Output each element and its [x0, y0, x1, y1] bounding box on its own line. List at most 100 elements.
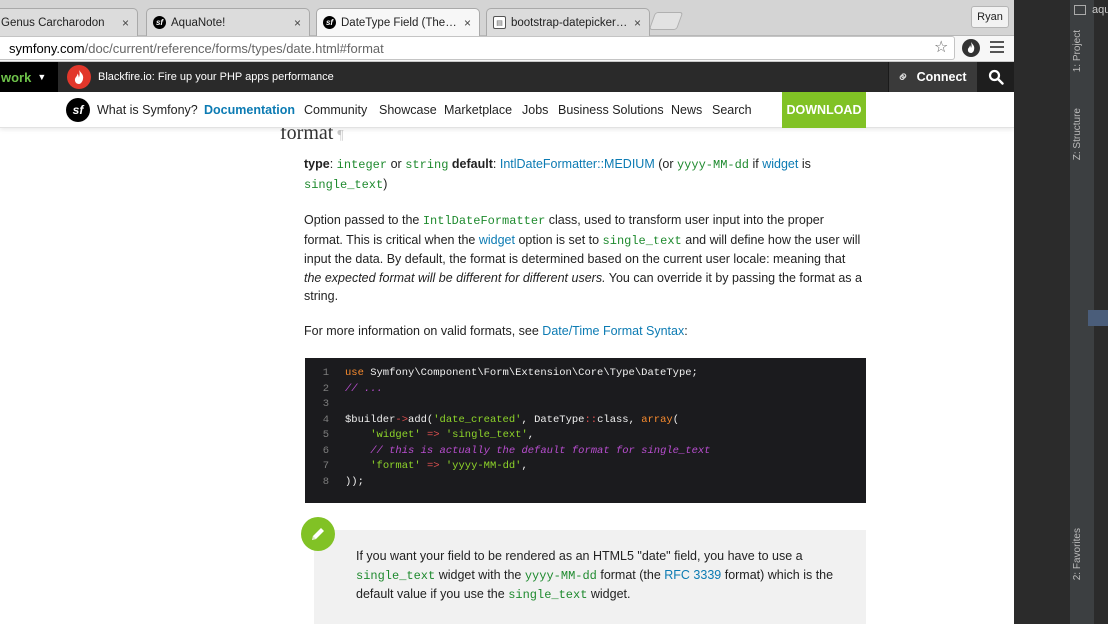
- nav-marketplace[interactable]: Marketplace: [444, 92, 512, 128]
- line-number: 7: [322, 460, 329, 472]
- text: widget with the: [435, 567, 525, 582]
- ide-project-label: aqu: [1092, 4, 1108, 16]
- text-cursor-icon: [655, 235, 661, 251]
- workspace-dropdown[interactable]: work ▼: [0, 62, 58, 92]
- code-string: 'format': [370, 460, 421, 472]
- widget-link[interactable]: widget: [479, 233, 515, 247]
- ide-tab-structure[interactable]: Z: Structure: [1072, 108, 1086, 160]
- link-icon: ⚭: [893, 66, 915, 88]
- colon: :: [329, 157, 334, 171]
- code-line: 1 use Symfony\Component\Form\Extension\Co…: [305, 366, 866, 382]
- type-label: type: [304, 157, 330, 171]
- is-text: is: [801, 157, 811, 171]
- new-tab-button[interactable]: [648, 12, 684, 30]
- heading-anchor-link[interactable]: ¶: [337, 128, 343, 143]
- nav-showcase[interactable]: Showcase: [379, 92, 437, 128]
- tab-close-icon[interactable]: ×: [464, 16, 471, 30]
- widget-link[interactable]: widget: [762, 157, 798, 171]
- tab-title: bootstrap-datepicker — bo: [511, 16, 628, 29]
- download-button[interactable]: DOWNLOAD: [782, 92, 866, 128]
- code-text: class,: [597, 413, 642, 426]
- code-text: (: [672, 413, 680, 426]
- code-text: ,: [527, 429, 535, 441]
- tab-strip: Genus Carcharodon × sf AquaNote! × sf Da…: [0, 0, 1014, 36]
- tab-close-icon[interactable]: ×: [634, 16, 641, 30]
- code-operator: =>: [426, 429, 440, 441]
- ide-tab-label: 1: Project: [1072, 30, 1083, 73]
- nav-what-is-symfony[interactable]: What is Symfony?: [97, 92, 198, 128]
- browser-menu-icon[interactable]: [990, 41, 1004, 53]
- nav-documentation[interactable]: Documentation: [204, 92, 295, 128]
- line-number: 1: [322, 367, 329, 379]
- code-operator: =>: [426, 460, 440, 472]
- ide-tab-favorites[interactable]: 2: Favorites: [1072, 528, 1086, 580]
- url-host: symfony.com: [9, 40, 85, 56]
- nav-community[interactable]: Community: [304, 92, 367, 128]
- doc-content: format ¶ type: integer or string default:…: [0, 128, 1014, 624]
- symfony-nav: sf What is Symfony? Documentation Commun…: [0, 92, 1014, 128]
- code-string: 'yyyy-MM-dd': [445, 460, 522, 472]
- single-text-code: single_text: [602, 233, 682, 248]
- symfony-favicon-icon: sf: [153, 16, 166, 29]
- nav-jobs[interactable]: Jobs: [522, 92, 548, 128]
- bookmark-star-icon[interactable]: ☆: [934, 39, 948, 57]
- intl-date-formatter-medium-link[interactable]: IntlDateFormatter::MEDIUM: [500, 157, 655, 171]
- blackfire-logo-icon: [67, 65, 91, 89]
- section-heading: format ¶: [280, 128, 344, 145]
- code-string: 'widget': [370, 429, 421, 441]
- text: format (the: [596, 567, 665, 582]
- pencil-icon: [301, 517, 335, 551]
- note-text: If you want your field to be rendered as…: [356, 547, 856, 605]
- code-text: ,: [521, 460, 528, 472]
- tip-note-box: If you want your field to be rendered as…: [314, 530, 866, 624]
- url-path: /doc/current/reference/forms/types/date.…: [84, 40, 384, 56]
- tab-close-icon[interactable]: ×: [294, 16, 301, 30]
- blackfire-extension-icon[interactable]: [962, 39, 980, 57]
- line-number: 5: [322, 429, 329, 441]
- code-keyword: array: [641, 413, 673, 426]
- tab-close-icon[interactable]: ×: [122, 16, 129, 30]
- ide-tab-project[interactable]: 1: Project: [1072, 30, 1086, 72]
- nav-business-solutions[interactable]: Business Solutions: [558, 92, 664, 128]
- tab-datetype-field[interactable]: sf DateType Field (The Symfo ×: [316, 8, 480, 36]
- alt-format-code: yyyy-MM-dd: [676, 158, 749, 172]
- nav-news[interactable]: News: [671, 92, 702, 128]
- code-block[interactable]: 1 use Symfony\Component\Form\Extension\Co…: [305, 358, 866, 503]
- connect-button[interactable]: ⚭ Connect: [888, 62, 977, 92]
- line-number: 6: [322, 444, 329, 457]
- code-line: 7 'format' => 'yyyy-MM-dd',: [305, 459, 866, 475]
- symfony-logo-icon[interactable]: sf: [66, 98, 90, 122]
- code-line: 2 // ...: [305, 382, 866, 398]
- code-line: 3: [305, 397, 866, 413]
- single-text-code: single_text: [304, 177, 384, 192]
- date-time-format-syntax-link[interactable]: Date/Time Format Syntax: [542, 324, 684, 338]
- ide-tab-label: 2: Favorites: [1072, 528, 1083, 581]
- search-button[interactable]: [977, 62, 1014, 92]
- single-text-code: single_text: [508, 588, 588, 603]
- code-line: 5 'widget' => 'single_text',: [305, 428, 866, 444]
- browser-window: Genus Carcharodon × sf AquaNote! × sf Da…: [0, 0, 1014, 624]
- code-operator: ->: [395, 413, 409, 426]
- code-line: 8));: [305, 475, 866, 491]
- type-integer: integer: [336, 158, 388, 172]
- rfc-3339-link[interactable]: RFC 3339: [664, 568, 721, 582]
- format-description-paragraph: Option passed to the IntlDateFormatter c…: [304, 211, 864, 306]
- text: Option passed to the: [304, 213, 423, 227]
- code-line: 6 // this is actually the default format…: [305, 444, 866, 460]
- address-bar[interactable]: symfony.com/doc/current/reference/forms/…: [0, 36, 955, 60]
- tab-title: AquaNote!: [171, 16, 226, 29]
- blackfire-banner-text[interactable]: Blackfire.io: Fire up your PHP apps perf…: [98, 62, 334, 92]
- or-text: or: [390, 157, 402, 171]
- tab-genus-carcharodon[interactable]: Genus Carcharodon ×: [0, 8, 138, 36]
- blackfire-banner: work ▼ Blackfire.io: Fire up your PHP app…: [0, 62, 1014, 92]
- tab-bootstrap-datepicker[interactable]: ▤ bootstrap-datepicker — bo ×: [486, 8, 650, 36]
- tab-aquanote[interactable]: sf AquaNote! ×: [146, 8, 310, 36]
- symfony-favicon-icon: sf: [323, 16, 336, 29]
- profile-button[interactable]: Ryan: [971, 6, 1009, 28]
- text: For more information on valid formats, s…: [304, 324, 543, 338]
- line-number: 3: [322, 398, 329, 410]
- nav-search[interactable]: Search: [712, 92, 752, 128]
- type-default-line: type: integer or string default: IntlDat…: [304, 155, 864, 194]
- default-label: default: [451, 157, 493, 171]
- single-text-code: single_text: [356, 568, 436, 583]
